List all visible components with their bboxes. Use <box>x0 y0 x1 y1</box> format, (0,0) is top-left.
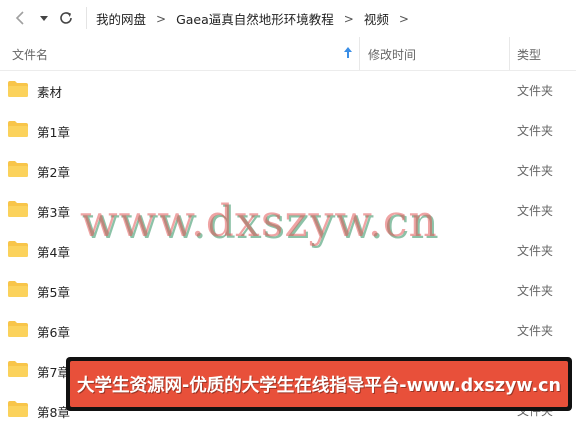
column-divider[interactable] <box>509 37 510 70</box>
folder-icon <box>8 201 28 217</box>
breadcrumb: 我的网盘 > Gaea逼真自然地形环境教程 > 视频 > <box>96 9 419 28</box>
breadcrumb-item-my-drive[interactable]: 我的网盘 <box>96 9 146 28</box>
breadcrumb-separator: > <box>156 11 167 26</box>
breadcrumb-item-video[interactable]: 视频 <box>364 9 389 28</box>
file-name: 第3章 <box>37 205 70 220</box>
file-type: 文件夹 <box>517 324 554 338</box>
file-name: 第2章 <box>37 165 70 180</box>
file-name: 素材 <box>37 85 63 100</box>
file-type: 文件夹 <box>517 204 554 218</box>
column-name-header[interactable]: 文件名 <box>12 46 48 63</box>
folder-icon <box>8 81 28 97</box>
breadcrumb-separator: > <box>343 11 354 26</box>
file-name: 第1章 <box>37 125 70 140</box>
column-date-header[interactable]: 修改时间 <box>368 46 416 63</box>
arrow-up-icon[interactable] <box>343 46 353 59</box>
promo-banner-text: 大学生资源网-优质的大学生在线指导平台-www.dxszyw.cn <box>77 375 561 396</box>
file-row[interactable]: 第6章 文件夹 <box>0 310 576 350</box>
file-type: 文件夹 <box>517 284 554 298</box>
folder-icon <box>8 161 28 177</box>
folder-icon <box>8 361 28 377</box>
column-type-header[interactable]: 类型 <box>517 46 541 63</box>
file-name: 第5章 <box>37 285 70 300</box>
promo-banner: 大学生资源网-优质的大学生在线指导平台-www.dxszyw.cn <box>66 357 572 411</box>
file-type: 文件夹 <box>517 244 554 258</box>
toolbar-divider <box>86 7 87 29</box>
breadcrumb-item-course[interactable]: Gaea逼真自然地形环境教程 <box>176 9 334 28</box>
folder-icon <box>8 121 28 137</box>
folder-icon <box>8 281 28 297</box>
folder-icon <box>8 241 28 257</box>
file-row[interactable]: 第1章 文件夹 <box>0 110 576 150</box>
caret-down-icon[interactable] <box>38 10 50 26</box>
file-row[interactable]: 第2章 文件夹 <box>0 150 576 190</box>
file-type: 文件夹 <box>517 84 554 98</box>
column-divider[interactable] <box>359 37 360 70</box>
chevron-left-icon[interactable] <box>12 9 30 27</box>
file-name: 第4章 <box>37 245 70 260</box>
file-type: 文件夹 <box>517 124 554 138</box>
file-row[interactable]: 第5章 文件夹 <box>0 270 576 310</box>
refresh-icon[interactable] <box>57 9 75 27</box>
breadcrumb-separator: > <box>398 11 409 26</box>
file-name: 第7章 <box>37 365 70 380</box>
file-row[interactable]: 素材 文件夹 <box>0 70 576 110</box>
file-name: 第6章 <box>37 325 70 340</box>
file-name: 第8章 <box>37 405 70 420</box>
folder-icon <box>8 321 28 337</box>
promo-banner-inner: 大学生资源网-优质的大学生在线指导平台-www.dxszyw.cn <box>70 361 568 407</box>
toolbar: 我的网盘 > Gaea逼真自然地形环境教程 > 视频 > <box>0 0 576 36</box>
column-header: 文件名 修改时间 类型 <box>0 37 576 71</box>
watermark-text: www.dxszyw.cn <box>80 196 438 247</box>
file-type: 文件夹 <box>517 164 554 178</box>
